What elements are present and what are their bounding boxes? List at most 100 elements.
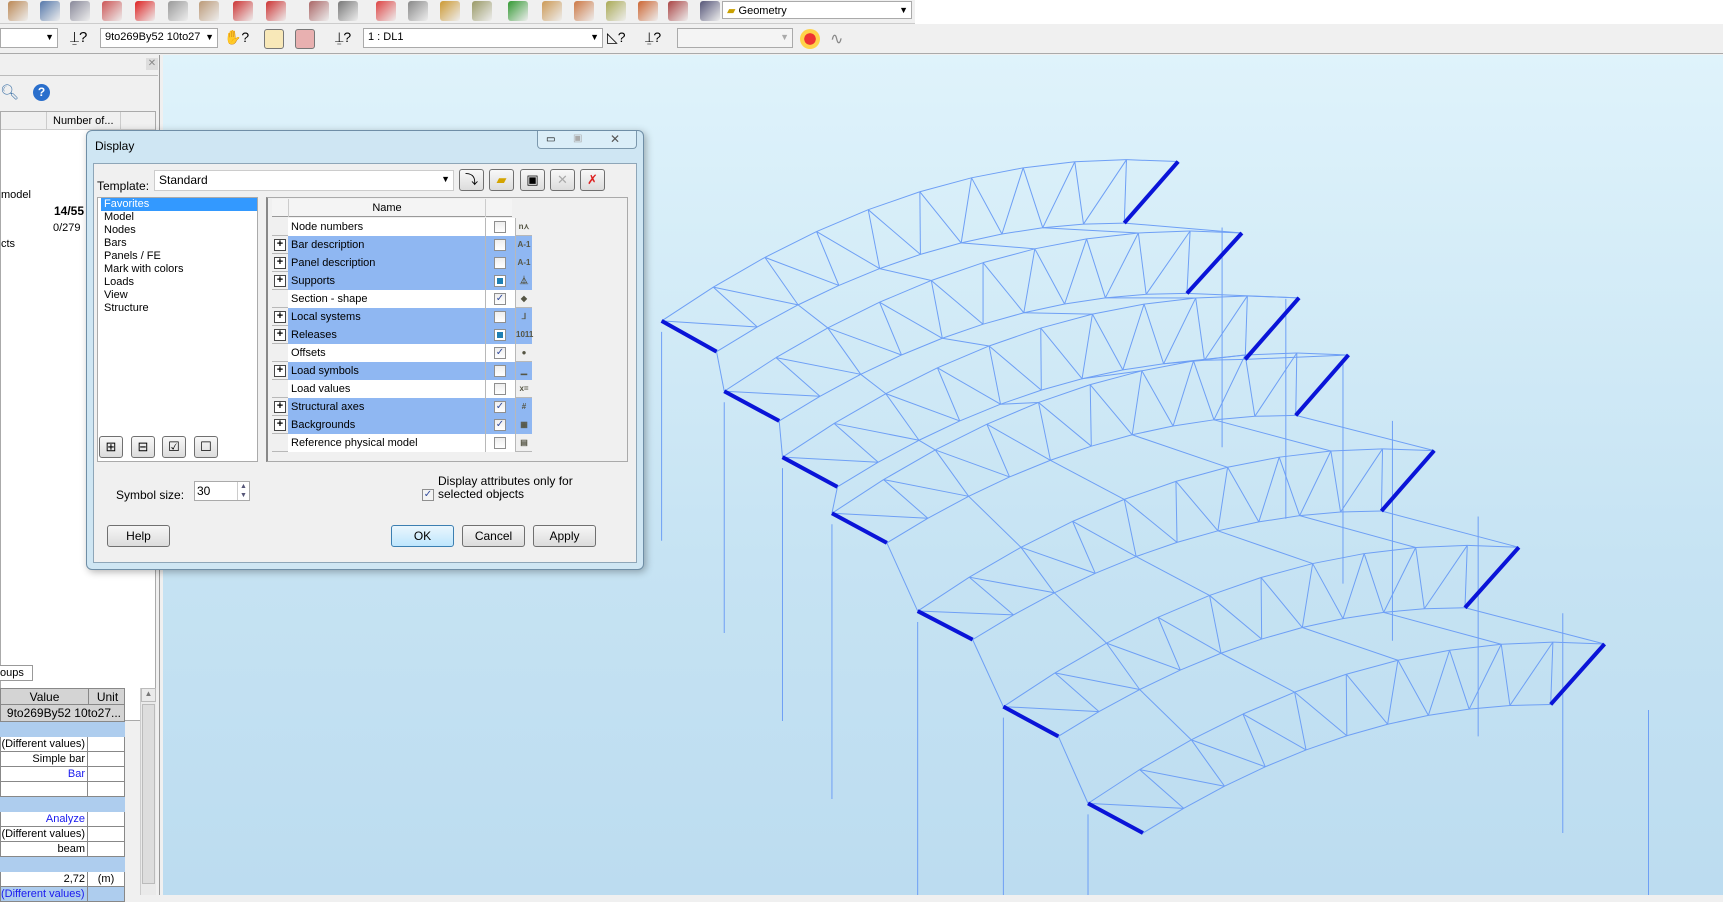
truss-chord[interactable] (902, 338, 943, 355)
property-value[interactable] (0, 782, 88, 797)
purlin[interactable] (1043, 228, 1139, 233)
truss-chord[interactable] (1039, 385, 1091, 403)
expand-icon[interactable]: + (274, 257, 286, 269)
option-checkbox[interactable] (494, 239, 506, 251)
help-button[interactable]: Help (107, 525, 170, 547)
truss-diagonal[interactable] (1144, 304, 1164, 364)
property-value[interactable]: Bar (0, 767, 88, 782)
truss-chord[interactable] (1088, 770, 1140, 804)
property-row[interactable] (0, 782, 125, 797)
truss-diagonal[interactable] (1279, 457, 1299, 515)
truss-chord[interactable] (1099, 690, 1140, 712)
purlin[interactable] (1384, 612, 1502, 644)
purlin[interactable] (1136, 557, 1209, 596)
truss-vertical[interactable] (987, 424, 1010, 477)
truss-diagonal[interactable] (1041, 328, 1082, 379)
truss-diagonal[interactable] (1501, 644, 1510, 705)
truss-diagonal[interactable] (662, 321, 758, 327)
truss-diagonal[interactable] (832, 513, 928, 518)
truss-vertical[interactable] (1082, 314, 1092, 379)
truss-chord[interactable] (1341, 511, 1382, 512)
truss-diagonal[interactable] (1346, 674, 1387, 724)
option-checkbox[interactable]: ✓ (494, 347, 506, 359)
truss-chord[interactable] (1176, 467, 1228, 481)
truss-chord[interactable] (918, 577, 970, 611)
truss-chord[interactable] (1126, 160, 1178, 162)
truss-chord[interactable] (1331, 449, 1383, 451)
truss-chord[interactable] (820, 374, 861, 396)
truss-chord[interactable] (1210, 578, 1262, 596)
display-option-row[interactable]: Section - shape✓◆ (272, 290, 532, 308)
selection-dropdown[interactable]: ▼ (0, 28, 58, 48)
truss-chord[interactable] (937, 346, 989, 368)
truss-vertical[interactable] (713, 287, 757, 327)
truss-diagonal[interactable] (1465, 545, 1467, 607)
selected-bar[interactable] (1088, 803, 1143, 833)
display-icon[interactable] (800, 29, 820, 49)
category-item[interactable]: View (101, 289, 257, 302)
truss-diagonal[interactable] (886, 394, 960, 421)
truss-chord[interactable] (1204, 359, 1245, 360)
truss-chord[interactable] (969, 547, 1021, 577)
truss-vertical[interactable] (1173, 361, 1193, 426)
view-mode-dropdown[interactable]: ▰ Geometry▼ (722, 1, 912, 19)
purlin[interactable] (969, 496, 1021, 547)
truss-diagonal[interactable] (1090, 385, 1132, 435)
truss-chord[interactable] (1010, 460, 1051, 477)
property-row[interactable]: Bar (0, 767, 125, 782)
calculator-icon[interactable] (309, 1, 329, 21)
truss-chord[interactable] (1196, 296, 1248, 298)
truss-chord[interactable] (1191, 714, 1243, 740)
truss-diagonal[interactable] (1021, 547, 1095, 573)
display-option-row[interactable]: +Panel descriptionA-1 (272, 254, 532, 272)
purlin[interactable] (717, 352, 725, 392)
expand-icon[interactable]: + (274, 401, 286, 413)
truss-vertical[interactable] (884, 480, 928, 519)
display-option-row[interactable]: +Releases1011 (272, 326, 532, 344)
truss-vertical[interactable] (1043, 162, 1075, 228)
truss-diagonal[interactable] (1073, 521, 1137, 556)
save-icon[interactable]: ▣ (520, 169, 545, 191)
truss-chord[interactable] (1173, 420, 1214, 426)
apply-button[interactable]: Apply (533, 525, 596, 547)
truss-chord[interactable] (1346, 660, 1398, 674)
expand-icon[interactable]: + (274, 329, 286, 341)
truss-vertical[interactable] (1140, 770, 1184, 809)
truss-vertical[interactable] (1002, 168, 1023, 234)
truss-chord[interactable] (1297, 353, 1349, 355)
truss-diagonal[interactable] (1158, 617, 1221, 653)
truss-chord[interactable] (1384, 609, 1425, 613)
option-checkbox[interactable]: ✓ (494, 401, 506, 413)
truss-chord[interactable] (868, 192, 920, 210)
truss-chord[interactable] (1013, 593, 1054, 615)
table-icon[interactable] (338, 1, 358, 21)
truss-chord[interactable] (1501, 642, 1553, 644)
delete-icon[interactable] (135, 1, 155, 21)
truss-chord[interactable] (920, 243, 961, 255)
truss-chord[interactable] (717, 327, 758, 352)
truss-vertical[interactable] (1255, 353, 1297, 416)
truss-chord[interactable] (942, 324, 983, 338)
truss-vertical[interactable] (920, 192, 921, 255)
disabled-dropdown[interactable]: ▼ (677, 28, 793, 48)
purlin[interactable] (1221, 653, 1295, 692)
truss-chord[interactable] (1021, 521, 1073, 547)
truss-diagonal[interactable] (1124, 160, 1126, 223)
list-item[interactable]: model (1, 189, 31, 201)
uncheck-all-icon[interactable]: ☐ (194, 436, 218, 458)
truss-chord[interactable] (1041, 314, 1093, 328)
truss-chord[interactable] (1138, 231, 1190, 233)
truss-diagonal[interactable] (880, 302, 943, 338)
cancel-button[interactable]: Cancel (462, 525, 525, 547)
truss-diagonal[interactable] (1245, 296, 1247, 359)
property-row[interactable]: (Different values) (0, 737, 125, 752)
truss-chord[interactable] (1140, 670, 1181, 689)
truss-chord[interactable] (987, 402, 1039, 424)
truss-diagonal[interactable] (817, 232, 880, 269)
property-row[interactable]: beam (0, 842, 125, 857)
truss-chord[interactable] (1105, 294, 1146, 298)
truss-chord[interactable] (880, 254, 921, 268)
truss-vertical[interactable] (1214, 355, 1245, 420)
option-checkbox[interactable] (494, 257, 506, 269)
maximize-icon[interactable]: ▣ (573, 133, 582, 144)
